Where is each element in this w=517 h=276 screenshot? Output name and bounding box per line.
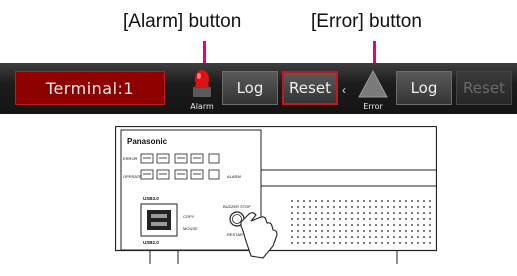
- error-reset-button[interactable]: Reset: [456, 71, 512, 105]
- alarm-button-callout: [Alarm] button: [123, 11, 242, 32]
- terminal-selector[interactable]: Terminal:1: [15, 71, 165, 105]
- alarm-log-button[interactable]: Log: [222, 71, 278, 105]
- alarm-label: Alarm: [190, 102, 214, 111]
- alarm-lamp-icon: [193, 70, 211, 97]
- usb2-label: USB2.0: [143, 240, 159, 245]
- chevron-left-icon[interactable]: ‹: [342, 83, 346, 97]
- brand-logo: Panasonic: [127, 137, 168, 146]
- copy-label: COPY: [183, 214, 195, 219]
- error-label: Error: [363, 102, 383, 111]
- error-button-callout: [Error] button: [311, 11, 422, 32]
- alarm-callout-leader: [203, 41, 206, 63]
- buzzer-stop-label: BUZZER STOP: [223, 204, 251, 209]
- operate-indicator-label: OPERATE: [123, 174, 142, 179]
- error-button[interactable]: Error: [355, 67, 391, 111]
- warning-triangle-icon: [358, 69, 388, 98]
- vent-grille: [291, 198, 435, 246]
- recorder-front-panel-illustration: Panasonic ERROR OPERATE ALARM USB3.0 USB…: [115, 126, 437, 264]
- alarm-reset-button[interactable]: Reset: [282, 71, 338, 105]
- error-log-button[interactable]: Log: [396, 71, 452, 105]
- usb3-label: USB3.0: [143, 196, 159, 201]
- status-toolbar: Terminal:1 Alarm Log Reset ‹ Error Log R…: [0, 63, 517, 114]
- alarm-button[interactable]: Alarm: [184, 67, 220, 111]
- error-callout-leader: [373, 41, 376, 63]
- alarm-indicator-label: ALARM: [227, 174, 241, 179]
- error-indicator-label: ERROR: [123, 156, 138, 161]
- mouse-label: MOUSE: [183, 226, 198, 231]
- usb-port[interactable]: [147, 210, 171, 230]
